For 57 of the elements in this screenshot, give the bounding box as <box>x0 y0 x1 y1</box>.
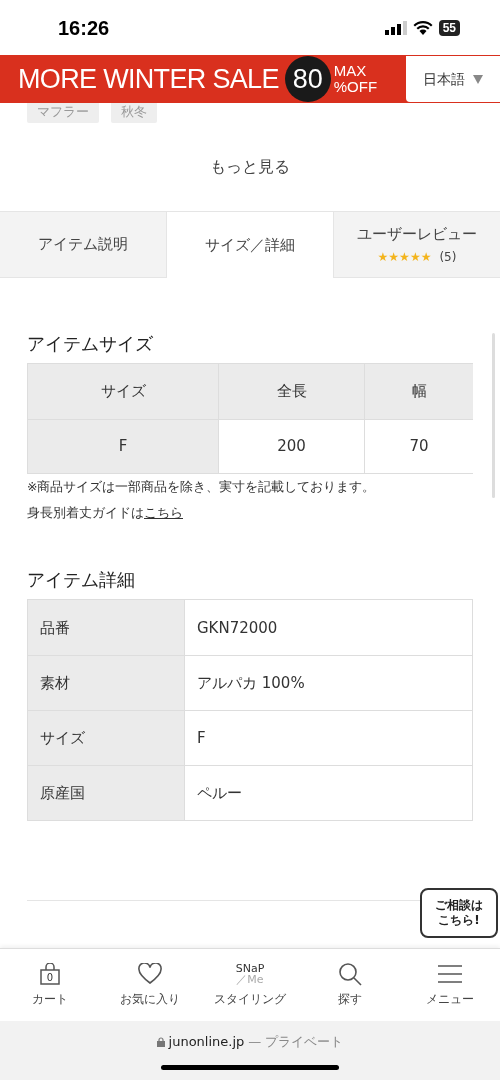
max-label: MAX <box>333 63 368 79</box>
table-cell: 品番 <box>28 600 184 656</box>
section-heading: アイテムサイズ <box>27 332 154 356</box>
logo-text: SNaP <box>235 963 265 974</box>
menu-icon <box>438 965 462 983</box>
nav-label: メニュー <box>426 991 474 1008</box>
section-heading: アイテム詳細 <box>27 568 136 593</box>
size-note: ※商品サイズは一部商品を除き、実寸を記載しております。 <box>27 478 377 496</box>
bag-icon <box>40 963 60 985</box>
wifi-icon <box>412 20 433 35</box>
table-cell: ペルー <box>184 766 472 821</box>
url-suffix: — プライベート <box>248 1033 344 1051</box>
banner-headline: MORE WINTER SALE <box>18 62 279 96</box>
nav-item[interactable]: 探す <box>300 949 400 1021</box>
tab[interactable]: ユーザーレビュー ★★★★★ (5) <box>333 212 500 278</box>
nav-item[interactable]: メニュー <box>400 949 500 1021</box>
logo-text: ／Me <box>236 974 264 985</box>
table-header: 全長 <box>218 364 364 419</box>
table-cell: F <box>184 711 472 766</box>
cart-count: 0 <box>46 971 54 985</box>
lock-icon <box>156 1036 165 1047</box>
table-header: サイズ <box>28 364 218 419</box>
nav-item[interactable]: SNaP ／Me スタイリング <box>200 949 300 1021</box>
search-icon <box>338 962 362 986</box>
caret-icon <box>473 74 483 84</box>
battery-icon: 55 <box>438 19 460 36</box>
tab-label: ユーザーレビュー <box>357 224 477 246</box>
guide-link[interactable]: こちら <box>144 504 183 520</box>
table-cell: 原産国 <box>28 766 184 821</box>
off-label: %OFF <box>333 79 378 95</box>
tab[interactable]: アイテム説明 <box>0 212 166 278</box>
nav-label: スタイリング <box>214 991 286 1008</box>
nav-label: お気に入り <box>120 991 180 1008</box>
clock-time: 16:26 <box>58 15 110 41</box>
url-domain: junonline.jp <box>168 1033 245 1051</box>
table-cell: 200 <box>218 419 364 473</box>
discount-badge: 80 <box>284 56 331 102</box>
nav-label: カート <box>32 991 68 1008</box>
table-cell: 70 <box>364 419 473 473</box>
nav-item[interactable]: 0 カート <box>0 949 100 1021</box>
table-cell: アルパカ 100% <box>184 656 472 711</box>
nav-item[interactable]: お気に入り <box>100 949 200 1021</box>
table-cell: 素材 <box>28 656 184 711</box>
language-selector[interactable]: 日本語 <box>406 56 500 102</box>
guide-text: 身長別着丈ガイドは <box>27 504 144 520</box>
signal-icon <box>384 20 407 35</box>
table-cell: サイズ <box>28 711 184 766</box>
nav-label: 探す <box>338 991 362 1008</box>
table-header: 幅 <box>364 364 473 419</box>
chat-bubble[interactable]: ご相談は こちら! <box>420 888 498 938</box>
star-rating: ★★★★★ <box>377 249 432 264</box>
review-count: (5) <box>439 248 457 266</box>
address-bar[interactable]: junonline.jp — プライベート <box>156 1032 344 1052</box>
table-cell: F <box>28 419 218 473</box>
show-more-link[interactable]: もっと見る <box>210 155 290 179</box>
table-cell: GKN72000 <box>184 600 472 656</box>
heart-icon <box>138 963 162 985</box>
